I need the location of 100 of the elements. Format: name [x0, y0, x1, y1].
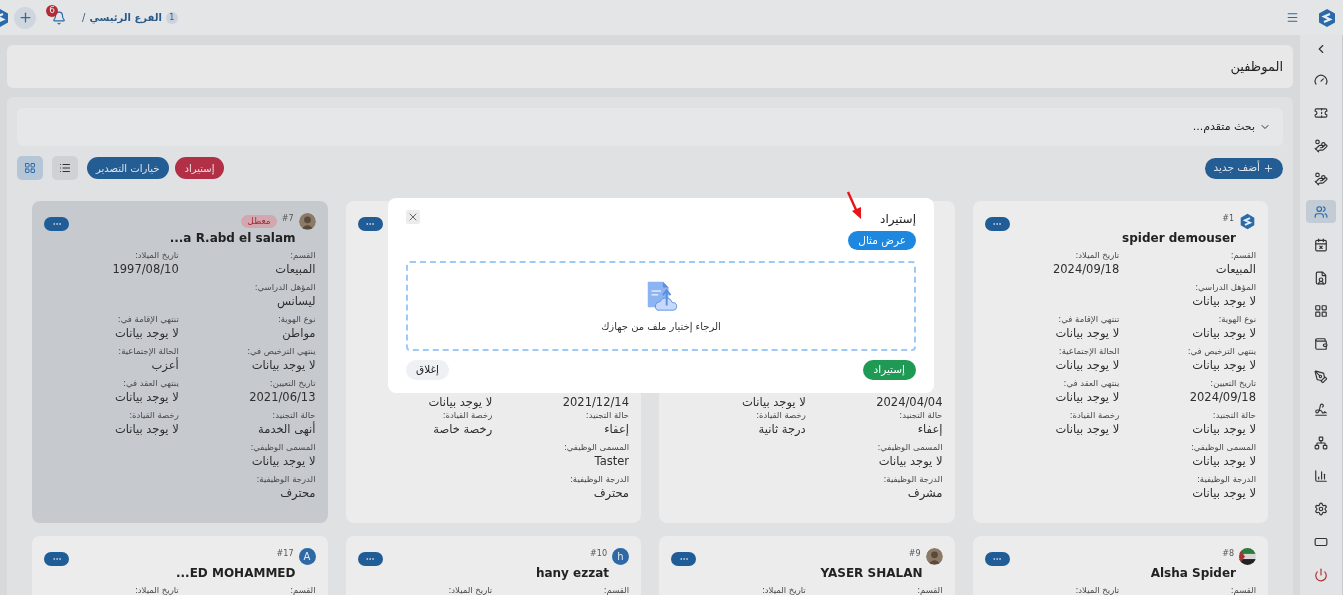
more-button[interactable]: [984, 217, 1010, 231]
field-value: Taster: [594, 453, 629, 469]
field-value: لا يوجد بيانات: [251, 453, 316, 469]
power-icon: [1314, 567, 1328, 582]
avatar: A: [298, 548, 316, 565]
field-label: حالة التجنيد:: [585, 409, 629, 421]
annotation-arrow: [844, 191, 864, 221]
field-value: إعفاء: [604, 421, 629, 437]
close-icon: [407, 211, 419, 223]
field-value: المبيعات: [1215, 261, 1256, 277]
field-label: الدرجة الوظيفية:: [883, 473, 943, 485]
field-value: لا يوجد بيانات: [741, 394, 806, 410]
field-value: لا يوجد بيانات: [1192, 325, 1256, 341]
field-label: المسمى الوظيفي:: [877, 441, 943, 453]
field-label: المؤهل الدراسي:: [254, 281, 316, 293]
more-button[interactable]: [357, 552, 383, 566]
employee-number: #9: [908, 548, 921, 560]
field-label: القسم:: [290, 249, 316, 261]
add-new-button[interactable]: أضف جديد: [1204, 157, 1283, 179]
plus-icon: [1263, 162, 1274, 174]
field-label: القسم:: [917, 584, 943, 595]
avatar: [925, 548, 943, 565]
list-view-button[interactable]: [52, 156, 78, 180]
import-button[interactable]: إستيراد: [174, 157, 225, 179]
employee-number: #17: [276, 548, 294, 560]
add-button[interactable]: [14, 6, 36, 29]
notifications-button[interactable]: 6: [50, 8, 68, 27]
field-label: نوع الهوية:: [1218, 313, 1256, 325]
more-button[interactable]: [44, 552, 69, 566]
field-value: لا يوجد بيانات: [1055, 389, 1120, 405]
field-label: رخصة القيادة:: [756, 409, 806, 421]
field-value: 1997/08/10: [112, 261, 179, 277]
field-label: تاريخ الميلاد:: [134, 584, 179, 595]
field-label: المؤهل الدراسي:: [1195, 281, 1256, 293]
field-label: الدرجة الوظيفية:: [256, 473, 316, 485]
field-label: تاريخ التعيين:: [269, 377, 316, 389]
field-label: رخصة القيادة:: [442, 409, 493, 421]
grid-icon: [1314, 303, 1328, 318]
field-value: لا يوجد بيانات: [1055, 357, 1120, 373]
field-value: لا يوجد بيانات: [1192, 357, 1256, 373]
field-label: الحالة الإجتماعية:: [118, 345, 179, 357]
field-value: مشرف: [907, 485, 943, 501]
field-value: لا يوجد بيانات: [1192, 293, 1256, 309]
more-button[interactable]: [357, 217, 383, 231]
close-button[interactable]: [406, 210, 420, 224]
field-label: تاريخ الميلاد:: [1075, 249, 1120, 261]
field-value: لا يوجد بيانات: [1055, 325, 1120, 341]
field-value: المبيعات: [275, 261, 316, 277]
advanced-search-bar[interactable]: بحث متقدم...: [17, 108, 1283, 146]
field-label: المسمى الوظيفي:: [563, 441, 629, 453]
branch-link[interactable]: الفرع الرئيسي: [89, 10, 162, 25]
field-label: تاريخ الميلاد:: [1075, 584, 1120, 595]
field-value: درجة ثانية: [758, 421, 806, 437]
field-label: الدرجة الوظيفية:: [570, 473, 629, 485]
hierarchy-icon: [1314, 435, 1328, 450]
employee-number: #7: [281, 213, 294, 225]
employee-name: hany ezzat: [535, 565, 609, 582]
field-label: تاريخ الميلاد:: [448, 584, 493, 595]
field-label: رخصة القيادة:: [1069, 409, 1120, 421]
field-label: المسمى الوظيفي:: [250, 441, 316, 453]
field-value: لا يوجد بيانات: [1192, 453, 1256, 469]
wallet-icon: [1314, 336, 1328, 351]
more-button[interactable]: [984, 552, 1010, 566]
field-label: حالة التجنيد:: [899, 409, 943, 421]
more-button[interactable]: [671, 552, 696, 566]
field-value: لا يوجد بيانات: [251, 357, 316, 373]
export-button[interactable]: خيارات التصدير: [87, 157, 169, 179]
field-value: أعزب: [151, 357, 179, 373]
import-submit-button[interactable]: إستيراد: [862, 360, 916, 380]
field-value: لا يوجد بيانات: [1192, 421, 1256, 437]
breadcrumb-separator: /: [82, 11, 86, 25]
field-value: محترف: [280, 485, 316, 501]
dismiss-button[interactable]: إغلاق: [406, 360, 449, 380]
field-value: لا يوجد بيانات: [114, 421, 179, 437]
dialog-title: إستيراد: [880, 211, 916, 228]
dropzone-hint: الرجاء إختيار ملف من جهازك: [601, 319, 721, 334]
branch-count: 1: [165, 11, 178, 24]
field-label: ينتهي الترخيص في:: [1187, 345, 1256, 357]
field-label: ينتهي العقد في:: [1063, 377, 1120, 389]
logo-icon: [1239, 213, 1256, 230]
field-label: حالة التجنيد:: [272, 409, 316, 421]
field-value: لا يوجد بيانات: [114, 325, 179, 341]
field-value: 2021/06/13: [249, 389, 316, 405]
notification-count: 6: [46, 4, 58, 17]
settings-icon: [1314, 501, 1328, 516]
hand-coins-icon: [1314, 138, 1328, 153]
grid-view-button[interactable]: [17, 156, 43, 180]
file-dropzone[interactable]: الرجاء إختيار ملف من جهازك: [406, 261, 916, 351]
employee-name: ...ED MOHAMMED: [175, 565, 296, 582]
status-badge: معطل: [241, 215, 277, 228]
field-value: إعفاء: [917, 421, 943, 437]
field-label: حالة التجنيد:: [1212, 409, 1256, 421]
field-value: لا يوجد بيانات: [114, 389, 179, 405]
list-icon: [59, 162, 71, 174]
ticket-icon: [1314, 105, 1328, 120]
avatar: h: [612, 548, 629, 565]
show-example-button[interactable]: عرض مثال: [848, 231, 916, 250]
plus-icon: [17, 10, 33, 25]
pen-icon: [1314, 369, 1328, 384]
field-value: مواطن: [282, 325, 316, 341]
